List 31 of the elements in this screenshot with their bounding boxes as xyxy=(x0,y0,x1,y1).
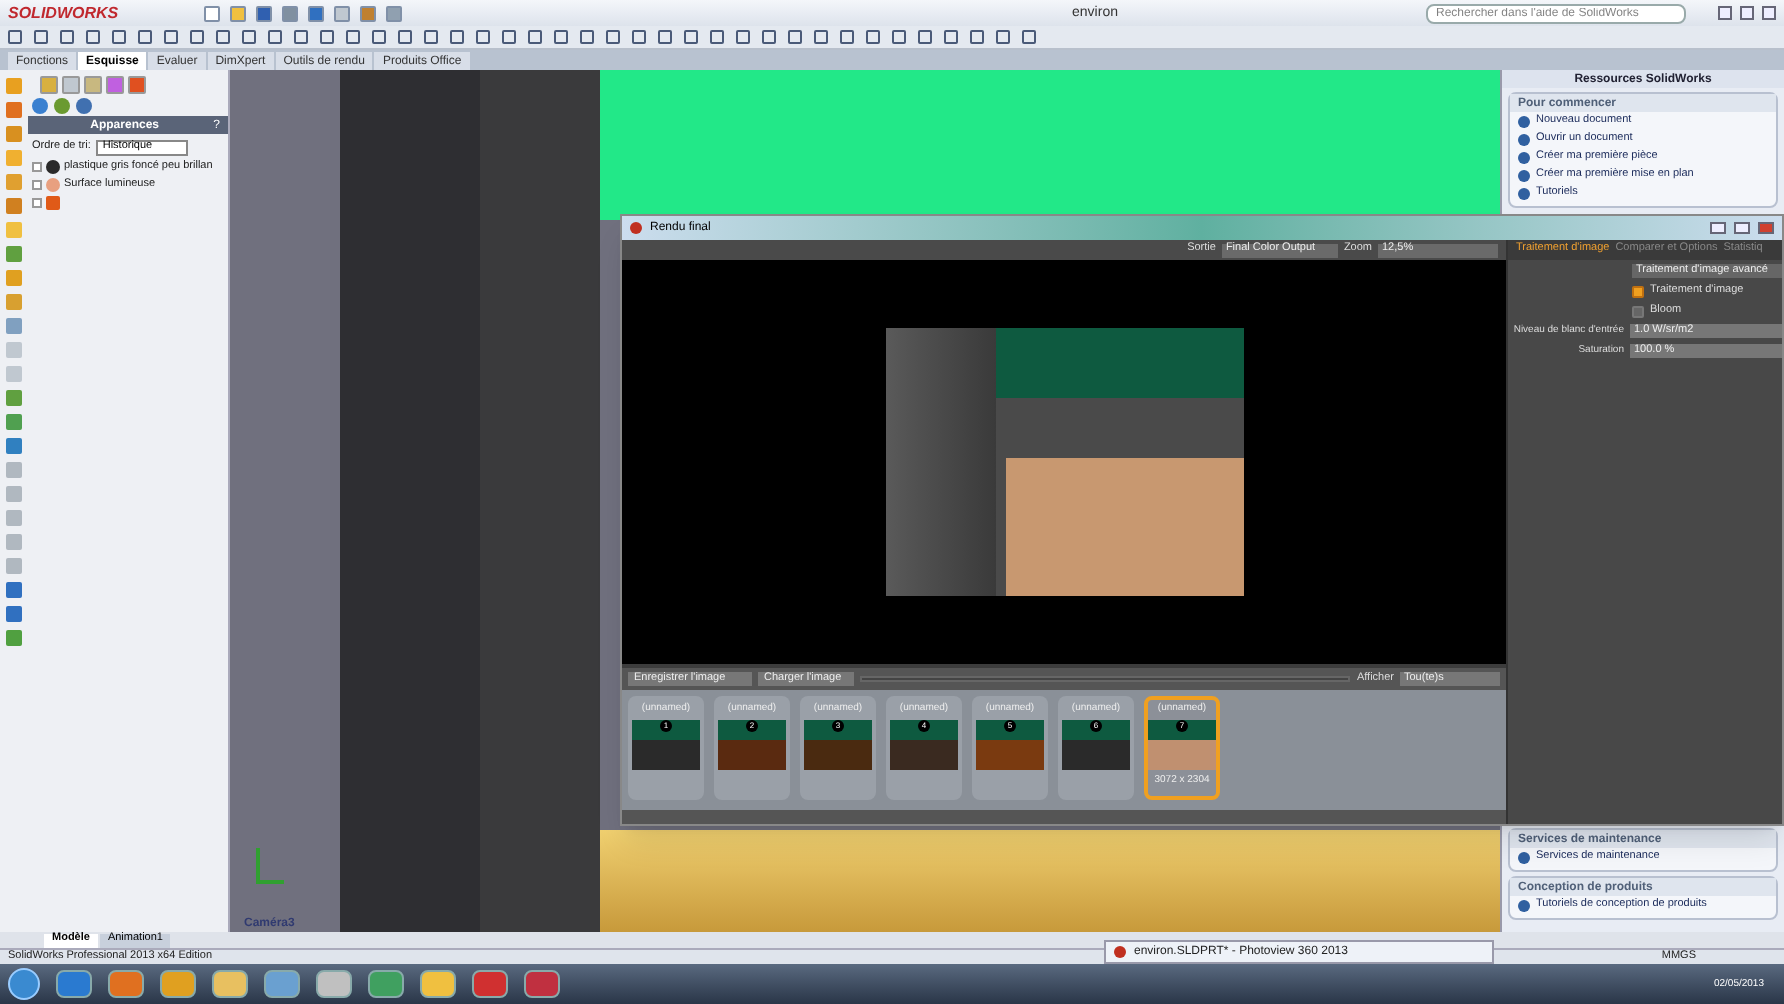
link-icon xyxy=(1518,899,1530,911)
checkbox[interactable] xyxy=(1632,306,1644,318)
minimize-icon[interactable] xyxy=(1718,6,1732,20)
taskbar-app-icon[interactable] xyxy=(108,970,144,998)
taskbar-app-icon[interactable] xyxy=(160,970,196,998)
thumbnail-picture xyxy=(1148,720,1216,770)
minimize-icon[interactable] xyxy=(1710,222,1726,234)
thumbnail-picture xyxy=(804,720,872,770)
taskbar-app-icon[interactable] xyxy=(420,970,456,998)
thumbnail-picture xyxy=(718,720,786,770)
axis-triad-icon xyxy=(256,848,284,884)
restore-icon[interactable] xyxy=(1740,6,1754,20)
taskbar-app-icon[interactable] xyxy=(264,970,300,998)
thumbnail-picture xyxy=(1062,720,1130,770)
app-icon xyxy=(1114,946,1126,958)
checkbox[interactable] xyxy=(1632,286,1644,298)
taskbar-app-icon[interactable] xyxy=(472,970,508,998)
taskbar-app-icon[interactable] xyxy=(368,970,404,998)
app-logo: SOLIDWORKS xyxy=(8,5,121,21)
thumbnail-picture xyxy=(632,720,700,770)
restore-icon[interactable] xyxy=(1734,222,1750,234)
link-icon xyxy=(1518,851,1530,863)
taskbar-app-icon[interactable] xyxy=(316,970,352,998)
taskbar-app-icon[interactable] xyxy=(524,970,560,998)
thumbnail-picture xyxy=(890,720,958,770)
taskbar-app-icon[interactable] xyxy=(56,970,92,998)
thumbnail-picture xyxy=(976,720,1044,770)
start-button[interactable] xyxy=(8,968,40,1000)
close-icon[interactable] xyxy=(1762,6,1776,20)
taskbar-app-icon[interactable] xyxy=(212,970,248,998)
app-icon xyxy=(630,222,642,234)
